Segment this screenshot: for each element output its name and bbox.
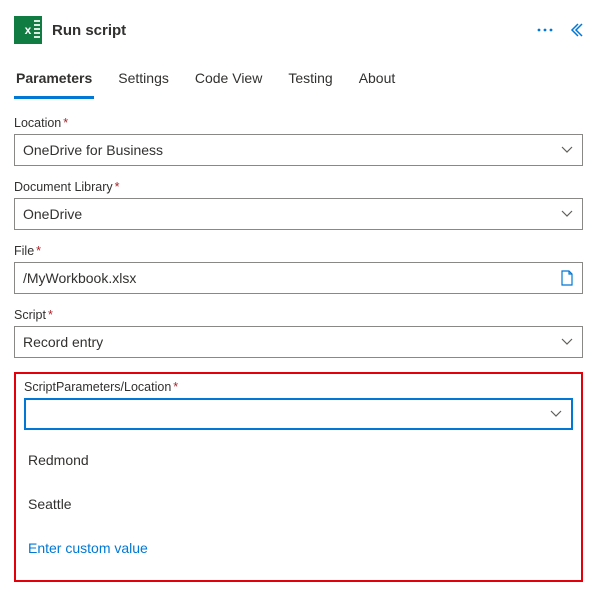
chevron-down-icon: [549, 410, 563, 418]
chevron-down-icon: [560, 146, 574, 154]
tab-bar: Parameters Settings Code View Testing Ab…: [14, 62, 583, 100]
card-title: Run script: [52, 22, 527, 39]
location-select[interactable]: OneDrive for Business: [14, 134, 583, 166]
tab-parameters[interactable]: Parameters: [14, 62, 94, 99]
script-label: Script*: [14, 308, 583, 322]
tab-about[interactable]: About: [357, 62, 398, 99]
excel-app-icon: x: [14, 16, 42, 44]
file-picker-icon[interactable]: [560, 270, 574, 286]
library-select[interactable]: OneDrive: [14, 198, 583, 230]
card-header: x Run script: [14, 10, 583, 62]
file-input[interactable]: /MyWorkbook.xlsx: [14, 262, 583, 294]
location-label: Location*: [14, 116, 583, 130]
collapse-icon[interactable]: [569, 23, 583, 37]
scriptparam-location-group: ScriptParameters/Location* Redmond Seatt…: [14, 372, 583, 582]
script-value: Record entry: [23, 334, 560, 350]
chevron-down-icon: [560, 210, 574, 218]
dropdown-option-redmond[interactable]: Redmond: [24, 438, 573, 482]
dropdown-option-seattle[interactable]: Seattle: [24, 482, 573, 526]
library-label: Document Library*: [14, 180, 583, 194]
location-value: OneDrive for Business: [23, 142, 560, 158]
sp-location-select[interactable]: [24, 398, 573, 430]
library-value: OneDrive: [23, 206, 560, 222]
excel-icon-letter: x: [25, 23, 32, 37]
tab-code-view[interactable]: Code View: [193, 62, 264, 99]
dropdown-custom-value[interactable]: Enter custom value: [24, 526, 573, 570]
script-select[interactable]: Record entry: [14, 326, 583, 358]
sp-location-dropdown: Redmond Seattle Enter custom value: [24, 438, 573, 570]
file-label: File*: [14, 244, 583, 258]
file-value: /MyWorkbook.xlsx: [23, 270, 560, 286]
tab-testing[interactable]: Testing: [286, 62, 334, 99]
chevron-down-icon: [560, 338, 574, 346]
sp-location-label: ScriptParameters/Location*: [24, 380, 573, 394]
more-menu-icon[interactable]: [537, 23, 553, 37]
tab-settings[interactable]: Settings: [116, 62, 171, 99]
